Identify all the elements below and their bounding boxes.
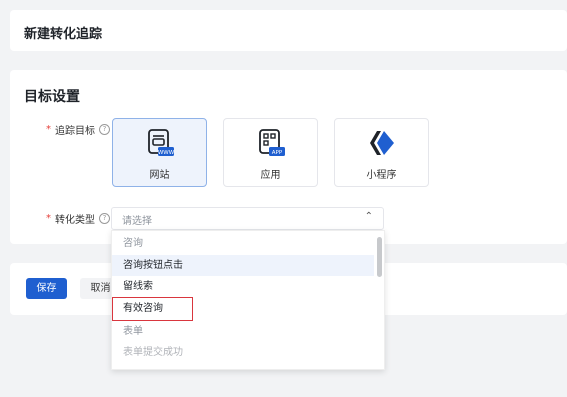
target-card-label: 应用 bbox=[260, 170, 281, 181]
dropdown-group-form: 表单 bbox=[123, 326, 143, 337]
conversion-type-label-text: 转化类型 bbox=[55, 215, 95, 226]
header-panel: 新建转化追踪 bbox=[10, 10, 567, 51]
save-button[interactable]: 保存 bbox=[26, 278, 67, 299]
track-target-label-text: 追踪目标 bbox=[55, 126, 95, 137]
dropdown-option[interactable]: 有效咨询 bbox=[112, 298, 374, 319]
app-badge: APP bbox=[272, 150, 283, 156]
target-card-label: 小程序 bbox=[366, 170, 397, 181]
help-icon[interactable]: ? bbox=[99, 213, 110, 224]
required-mark: * bbox=[46, 213, 51, 224]
dropdown-option[interactable]: 留线索 bbox=[112, 276, 374, 297]
dropdown-option[interactable]: 表单提交成功 bbox=[112, 342, 374, 363]
app-icon: APP bbox=[259, 129, 285, 156]
dropdown-group-consult: 咨询 bbox=[123, 238, 143, 249]
dropdown-option[interactable]: 咨询按钮点击 bbox=[112, 255, 374, 276]
required-mark: * bbox=[46, 124, 51, 135]
target-card-mini-program[interactable]: 小程序 bbox=[334, 118, 429, 187]
section-title: 目标设置 bbox=[24, 89, 80, 105]
chevron-up-icon: ⌃ bbox=[364, 211, 373, 222]
page-title: 新建转化追踪 bbox=[24, 27, 103, 42]
dropdown-scrollbar[interactable] bbox=[377, 237, 382, 277]
help-icon[interactable]: ? bbox=[99, 124, 110, 135]
conversion-type-dropdown: 咨询 咨询按钮点击 留线索 有效咨询 表单 表单提交成功 bbox=[111, 230, 385, 370]
mini-program-icon bbox=[370, 131, 394, 155]
target-card-label: 网站 bbox=[149, 170, 170, 181]
web-page-icon: WWW bbox=[148, 129, 175, 156]
target-card-app[interactable]: APP 应用 bbox=[223, 118, 318, 187]
conversion-type-select[interactable]: 请选择 ⌃ bbox=[111, 207, 384, 230]
target-card-website[interactable]: WWW 网站 bbox=[112, 118, 207, 187]
www-badge: WWW bbox=[158, 150, 175, 156]
track-target-label: * 追踪目标 ? bbox=[46, 122, 110, 137]
conversion-type-label: * 转化类型 ? bbox=[46, 211, 110, 226]
select-placeholder: 请选择 bbox=[122, 216, 152, 227]
